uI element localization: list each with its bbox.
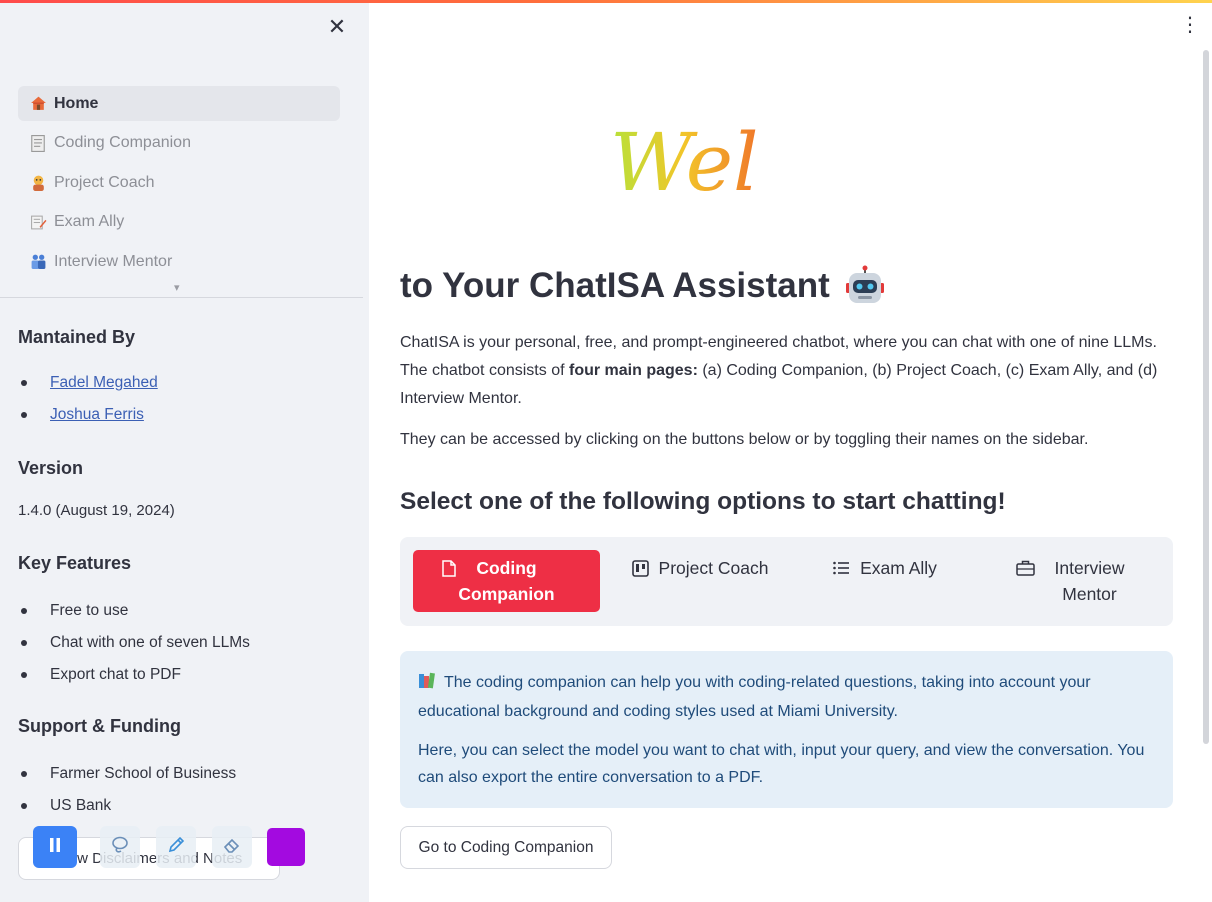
option-exam-ally[interactable]: Exam Ally: [810, 550, 960, 586]
info-text-1: The coding companion can help you with c…: [418, 674, 1091, 720]
list-item: Fadel Megahed: [18, 373, 158, 405]
access-paragraph: They can be accessed by clicking on the …: [400, 431, 1089, 448]
maintainer-link[interactable]: Joshua Ferris: [50, 406, 144, 423]
support-list: Farmer School of Business US Bank: [18, 764, 236, 828]
option-content: Coding Companion: [441, 555, 572, 607]
maintained-heading: Mantained By: [18, 327, 136, 347]
lasso-icon: [109, 834, 131, 861]
option-label: Interview Mentor: [1054, 558, 1125, 604]
option-interview-mentor[interactable]: Interview Mentor: [990, 550, 1160, 612]
sidebar-item-label: Home: [54, 94, 99, 112]
option-selector: Coding Companion Project Coach Exam Ally…: [400, 537, 1173, 626]
sidebar: ✕ Home Coding Companion Project Coach Ex…: [0, 0, 369, 902]
go-to-coding-companion-button[interactable]: Go to Coding Companion: [400, 826, 612, 869]
sidebar-item-project-coach[interactable]: Project Coach: [18, 165, 340, 200]
version-value: 1.4.0 (August 19, 2024): [18, 502, 175, 519]
kanban-icon: [631, 559, 649, 577]
briefcase-icon: [1015, 560, 1035, 576]
option-coding-companion[interactable]: Coding Companion: [413, 550, 600, 612]
features-list: Free to use Chat with one of seven LLMs …: [18, 601, 250, 697]
books-icon: [418, 671, 436, 698]
pen-icon: [166, 835, 186, 860]
maintained-list: Fadel Megahed Joshua Ferris: [18, 373, 158, 437]
intro-paragraph: ChatISA is your personal, free, and prom…: [400, 329, 1170, 413]
pause-button[interactable]: [33, 826, 77, 868]
support-heading: Support & Funding: [18, 716, 181, 736]
page-title: to Your ChatISA Assistant: [400, 265, 886, 307]
sidebar-item-interview-mentor[interactable]: Interview Mentor: [18, 244, 340, 279]
eraser-tool-button[interactable]: [212, 826, 252, 868]
close-icon: ✕: [327, 15, 347, 40]
sidebar-item-label: Project Coach: [54, 173, 155, 191]
lasso-tool-button[interactable]: [100, 826, 140, 868]
close-sidebar-button[interactable]: ✕: [326, 17, 348, 39]
list-item: Farmer School of Business: [18, 764, 236, 796]
sidebar-item-home[interactable]: Home: [18, 86, 340, 121]
coach-icon: [29, 174, 47, 192]
memo-icon: [29, 213, 47, 231]
option-project-coach[interactable]: Project Coach: [610, 550, 790, 586]
sidebar-nav: Home Coding Companion Project Coach Exam…: [18, 86, 340, 284]
info-paragraph: Here, you can select the model you want …: [418, 742, 1145, 786]
list-item: Export chat to PDF: [18, 665, 250, 697]
list-item: US Bank: [18, 796, 236, 828]
sidebar-item-label: Exam Ally: [54, 213, 125, 230]
welcome-logo: Wel: [606, 108, 776, 209]
sidebar-item-label: Interview Mentor: [54, 252, 173, 270]
sidebar-item-exam-ally[interactable]: Exam Ally: [18, 205, 340, 240]
sidebar-item-label: Coding Companion: [54, 134, 191, 151]
version-section: Version 1.4.0 (August 19, 2024): [18, 458, 175, 519]
welcome-logo-text: Wel: [610, 116, 759, 208]
eraser-icon: [222, 835, 242, 860]
scrollbar[interactable]: [1203, 50, 1209, 744]
list-item: Joshua Ferris: [18, 405, 158, 437]
house-icon: [29, 95, 47, 113]
option-label: Coding Companion: [458, 558, 555, 604]
version-heading: Version: [18, 458, 84, 478]
chevron-down-icon[interactable]: ▾: [174, 281, 180, 294]
support-section: Support & Funding Farmer School of Busin…: [18, 716, 236, 828]
robot-icon: [844, 265, 886, 307]
maintainer-link[interactable]: Fadel Megahed: [50, 374, 158, 391]
pen-tool-button[interactable]: [156, 826, 196, 868]
color-swatch-button[interactable]: [267, 828, 305, 866]
maintained-section: Mantained By Fadel Megahed Joshua Ferris: [18, 327, 158, 437]
list-item: Free to use: [18, 601, 250, 633]
option-content: Interview Mentor: [1015, 555, 1135, 607]
select-heading: Select one of the following options to s…: [400, 488, 1006, 515]
intro-bold-text: four main pages:: [568, 362, 698, 379]
features-section: Key Features Free to use Chat with one o…: [18, 553, 250, 697]
people-icon: [29, 253, 47, 271]
more-options-icon[interactable]: ⋮: [1180, 14, 1200, 34]
document-icon: [29, 134, 47, 152]
page-title-text: to Your ChatISA Assistant: [400, 266, 830, 305]
pause-icon: [48, 837, 62, 858]
features-heading: Key Features: [18, 553, 132, 573]
top-decoration-bar: [0, 0, 1212, 3]
info-box: The coding companion can help you with c…: [400, 651, 1173, 808]
sidebar-item-coding-companion[interactable]: Coding Companion: [18, 126, 340, 161]
option-label: Project Coach: [658, 558, 769, 578]
list-item: Chat with one of seven LLMs: [18, 633, 250, 665]
list-icon: [833, 561, 850, 575]
info-paragraph: The coding companion can help you with c…: [418, 669, 1155, 725]
sidebar-divider: [0, 297, 363, 298]
option-label: Exam Ally: [860, 558, 937, 578]
